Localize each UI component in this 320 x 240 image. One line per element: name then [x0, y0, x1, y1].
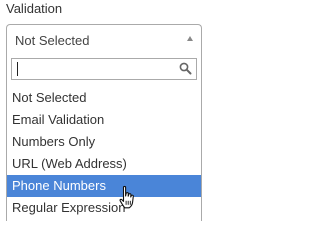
text-caret — [17, 62, 18, 76]
option-phone-numbers[interactable]: Phone Numbers — [7, 175, 201, 197]
option-numbers-only[interactable]: Numbers Only — [7, 131, 201, 153]
hand-pointer-icon — [119, 185, 134, 209]
select-value: Not Selected — [15, 33, 90, 48]
options-list: Not Selected Email Validation Numbers On… — [7, 87, 201, 219]
validation-label: Validation — [6, 1, 63, 16]
validation-select[interactable]: Not Selected — [6, 24, 202, 54]
option-email-validation[interactable]: Email Validation — [7, 109, 201, 131]
chevron-up-icon — [187, 36, 193, 41]
search-icon — [179, 62, 192, 75]
option-not-selected[interactable]: Not Selected — [7, 87, 201, 109]
option-url[interactable]: URL (Web Address) — [7, 153, 201, 175]
search-box[interactable] — [11, 58, 197, 80]
search-input[interactable] — [12, 59, 176, 79]
dropdown-panel: Not Selected Email Validation Numbers On… — [6, 54, 202, 221]
option-regular-expression[interactable]: Regular Expression — [7, 197, 201, 219]
